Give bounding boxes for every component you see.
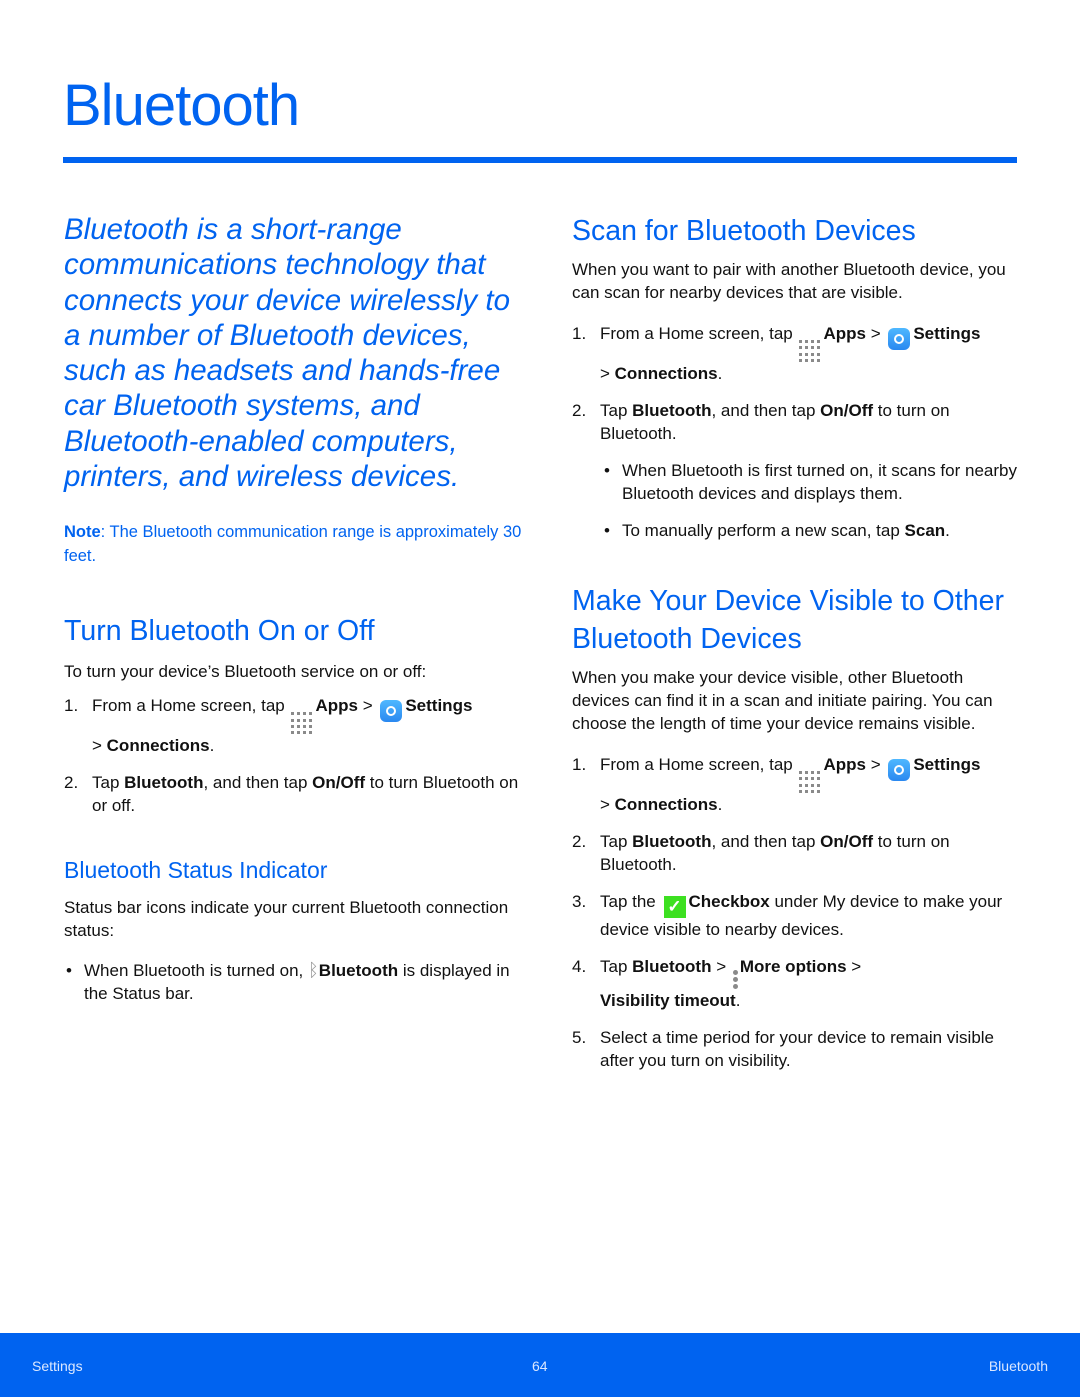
scan-lead: When you want to pair with another Bluet… bbox=[572, 260, 1006, 302]
step-3: 3. Tap the ✓ Checkbox under My device to m… bbox=[572, 892, 1003, 939]
status-lead: Status bar icons indicate your current B… bbox=[64, 898, 509, 941]
left-column: Bluetooth is a short-range communication… bbox=[64, 212, 524, 1005]
visible-heading: Make Your Device Visible to Other Blueto… bbox=[572, 585, 1004, 655]
scan-bullets: • When Bluetooth is first turned on, it s… bbox=[572, 459, 1022, 542]
note-label: Note bbox=[64, 523, 101, 542]
step-2: 2. Tap Bluetooth, and then tap On/Off to … bbox=[64, 773, 519, 816]
page-title: Bluetooth bbox=[63, 73, 300, 138]
apps-grid-icon bbox=[291, 712, 313, 735]
step-2: 2. Tap Bluetooth, and then tap On/Off to … bbox=[572, 401, 950, 443]
more-options-icon bbox=[732, 969, 738, 989]
step-4: 4. Tap Bluetooth > More options > Visibil… bbox=[572, 956, 862, 1010]
title-rule bbox=[63, 157, 1017, 163]
turn-on-off-lead: To turn your device’s Bluetooth service … bbox=[64, 662, 427, 682]
step-1: 1. From a Home screen, tap Apps > Setting… bbox=[572, 755, 981, 814]
intro-text: Bluetooth is a short-range communication… bbox=[64, 213, 510, 494]
settings-gear-icon bbox=[888, 759, 911, 781]
page-footer: Settings 64 Bluetooth bbox=[0, 1333, 1080, 1397]
step-5: 5. Select a time period for your device t… bbox=[572, 1027, 995, 1070]
scan-steps: 1. From a Home screen, tap Apps > Setting… bbox=[572, 322, 1022, 445]
footer-section: Settings bbox=[32, 1358, 83, 1374]
apps-grid-icon bbox=[799, 340, 821, 362]
bluetooth-icon: ᛒ bbox=[307, 960, 319, 981]
step-2: 2. Tap Bluetooth, and then tap On/Off to … bbox=[572, 832, 950, 874]
checkbox-icon: ✓ bbox=[663, 895, 686, 918]
settings-gear-icon bbox=[380, 700, 403, 723]
turn-on-off-steps: 1. From a Home screen, tap Apps > Setting… bbox=[64, 694, 524, 817]
status-bullets: • When Bluetooth is turned on, ᛒBluetooth… bbox=[64, 959, 524, 1005]
settings-gear-icon bbox=[888, 328, 911, 350]
visible-lead: When you make your device visible, other… bbox=[572, 668, 993, 733]
status-bullet: • When Bluetooth is turned on, ᛒBluetooth… bbox=[66, 960, 510, 1004]
note: Note: The Bluetooth communication range … bbox=[64, 520, 524, 568]
scan-heading: Scan for Bluetooth Devices bbox=[572, 215, 916, 247]
step-1: 1. From a Home screen, tap Apps > Setting… bbox=[572, 324, 981, 383]
scan-bullet-2: • To manually perform a new scan, tap Sca… bbox=[604, 521, 950, 540]
apps-grid-icon bbox=[799, 771, 821, 793]
footer-chapter: Bluetooth bbox=[988, 1358, 1048, 1374]
step-1: 1. From a Home screen, tap Apps > Setting… bbox=[64, 696, 473, 756]
note-text: : The Bluetooth communication range is a… bbox=[64, 523, 522, 566]
scan-bullet-1: • When Bluetooth is first turned on, it s… bbox=[604, 461, 1017, 503]
visible-steps: 1. From a Home screen, tap Apps > Setting… bbox=[572, 753, 1022, 1072]
page-number: 64 bbox=[532, 1358, 548, 1374]
right-column: Scan for Bluetooth Devices When you want… bbox=[572, 212, 1022, 1072]
status-heading: Bluetooth Status Indicator bbox=[64, 857, 328, 884]
turn-on-off-heading: Turn Bluetooth On or Off bbox=[64, 615, 375, 648]
